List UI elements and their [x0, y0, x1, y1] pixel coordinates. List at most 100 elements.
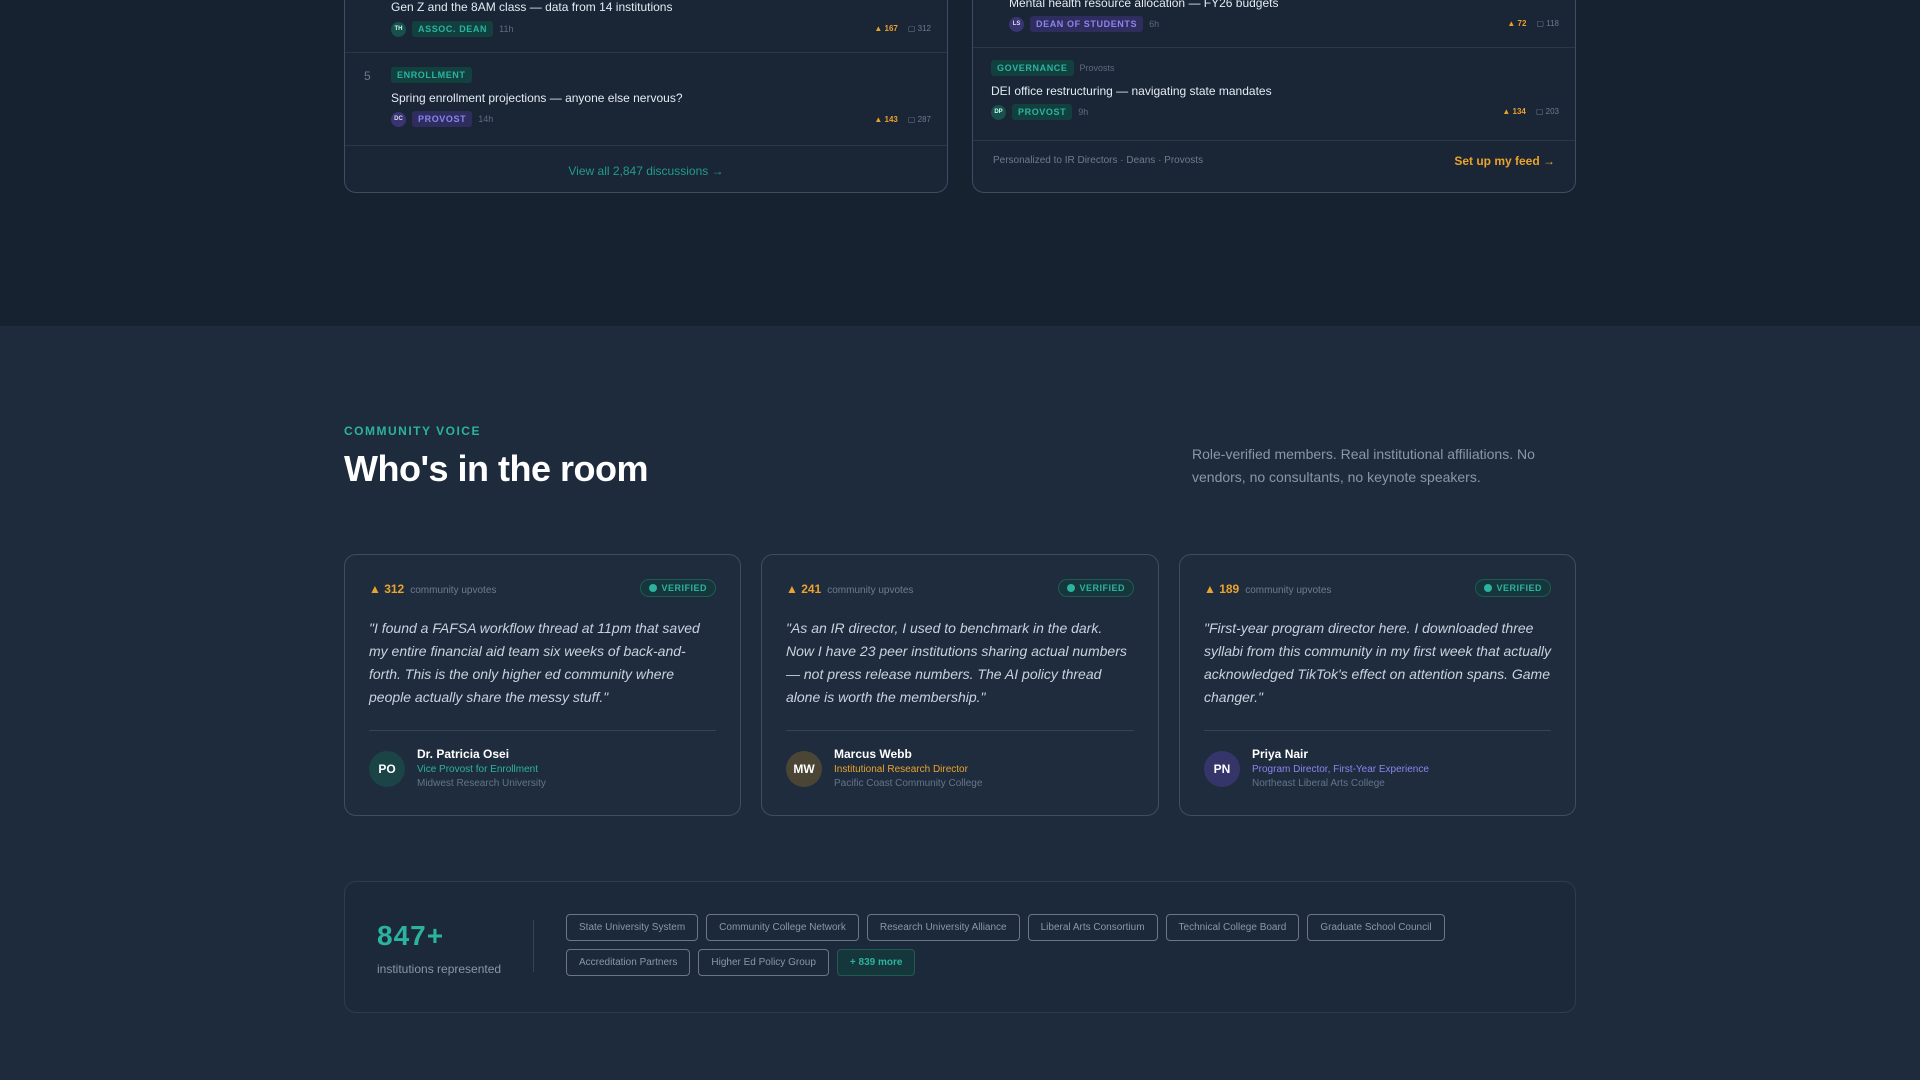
testimonial-card: ▲ 241 community upvotes VERIFIED "As an …: [761, 554, 1159, 816]
institutions-panel: 847+ institutions represented State Univ…: [344, 881, 1576, 1013]
upvote-label: community upvotes: [410, 585, 497, 596]
discussion-meta: DC PROVOST 14h: [391, 111, 493, 127]
upvote-count[interactable]: ▲ 134: [1502, 107, 1526, 116]
discussions-section: [0, 0, 1920, 326]
check-icon: [1484, 584, 1493, 592]
verified-badge: VERIFIED: [640, 579, 716, 597]
verified-label: VERIFIED: [1496, 583, 1542, 593]
institution-chip[interactable]: Liberal Arts Consortium: [1027, 914, 1158, 941]
testimonial-quote: "As an IR director, I used to benchmark …: [786, 620, 1127, 705]
avatar: PO: [369, 751, 405, 787]
check-icon: [1067, 584, 1076, 592]
row-divider: [973, 140, 1575, 141]
testimonial-quote: "I found a FAFSA workflow thread at 11pm…: [369, 620, 700, 705]
post-time: 11h: [499, 24, 514, 34]
more-institutions-chip[interactable]: + 839 more: [836, 949, 916, 976]
view-all-discussions-link[interactable]: View all 2,847 discussions →: [345, 164, 947, 178]
feed-tag-line: GOVERNANCE Provosts: [991, 60, 1115, 76]
institution-chip[interactable]: Higher Ed Policy Group: [698, 949, 829, 976]
setup-feed-link[interactable]: Set up my feed →: [1454, 154, 1555, 168]
upvote-count[interactable]: ▲ 72: [1507, 19, 1526, 28]
institution-chip[interactable]: Graduate School Council: [1307, 914, 1445, 941]
row-divider: [345, 145, 947, 146]
discussion-row[interactable]: 5 ENROLLMENT Spring enrollment projectio…: [345, 53, 947, 145]
feed-stats: ▲ 134 ▢ 203: [1502, 107, 1559, 116]
discussion-stats: ▲ 143 ▢ 287: [874, 115, 931, 124]
upvote-summary: ▲ 189 community upvotes: [1204, 582, 1331, 596]
author-role: Vice Provost for Enrollment: [417, 764, 538, 775]
comment-count[interactable]: ▢ 118: [1536, 19, 1559, 28]
check-icon: [649, 584, 658, 592]
testimonial-author: Priya Nair Program Director, First-Year …: [1252, 747, 1429, 789]
rank-number: 5: [364, 69, 371, 83]
discussion-row[interactable]: Gen Z and the 8AM class — data from 14 i…: [345, 0, 947, 53]
upvote-count: ▲ 241: [786, 582, 822, 596]
category-tag[interactable]: ENROLLMENT: [391, 67, 472, 83]
upvote-count[interactable]: ▲ 167: [874, 24, 898, 33]
post-time: 14h: [478, 114, 494, 124]
vertical-divider: [533, 920, 534, 972]
verified-label: VERIFIED: [661, 583, 707, 593]
discussion-title[interactable]: Gen Z and the 8AM class — data from 14 i…: [391, 0, 672, 14]
verified-badge: VERIFIED: [1475, 579, 1551, 597]
card-divider: [1204, 730, 1551, 731]
discussion-stats: ▲ 167 ▢ 312: [874, 24, 931, 33]
author-role-badge: PROVOST: [412, 111, 473, 127]
feed-title[interactable]: DEI office restructuring — navigating st…: [991, 84, 1272, 98]
institution-chip[interactable]: Technical College Board: [1165, 914, 1300, 941]
category-tag[interactable]: GOVERNANCE: [991, 60, 1074, 76]
verified-badge: VERIFIED: [1058, 579, 1134, 597]
author-role: Program Director, First-Year Experience: [1252, 764, 1429, 775]
author-role-badge: DEAN OF STUDENTS: [1030, 16, 1144, 32]
author-role: Institutional Research Director: [834, 764, 968, 775]
upvote-count: ▲ 189: [1204, 582, 1240, 596]
comment-count[interactable]: ▢ 287: [908, 115, 931, 124]
comment-count[interactable]: ▢ 203: [1536, 107, 1559, 116]
card-divider: [369, 730, 716, 731]
post-time: 9h: [1078, 107, 1089, 117]
author-institution: Pacific Coast Community College: [834, 778, 983, 789]
section-heading: Who's in the room: [344, 448, 649, 489]
testimonial-card: ▲ 312 community upvotes VERIFIED "I foun…: [344, 554, 741, 816]
testimonial-quote: "First-year program director here. I dow…: [1204, 620, 1551, 705]
discussion-title[interactable]: Spring enrollment projections — anyone e…: [391, 91, 683, 105]
author-institution: Northeast Liberal Arts College: [1252, 778, 1385, 789]
tag-audience: Provosts: [1079, 63, 1115, 73]
personalized-note: Personalized to IR Directors · Deans · P…: [993, 155, 1204, 166]
upvote-summary: ▲ 312 community upvotes: [369, 582, 496, 596]
author-name: Priya Nair: [1252, 747, 1309, 761]
institution-chip[interactable]: Community College Network: [706, 914, 859, 941]
avatar: MW: [786, 751, 822, 787]
testimonial-card: ▲ 189 community upvotes VERIFIED "First-…: [1179, 554, 1576, 816]
feed-meta: LS DEAN OF STUDENTS 6h: [1009, 16, 1159, 32]
author-name: Marcus Webb: [834, 747, 912, 761]
feed-row[interactable]: GOVERNANCE Provosts DEI office restructu…: [973, 47, 1575, 139]
comment-count[interactable]: ▢ 312: [908, 24, 931, 33]
author-avatar: LS: [1009, 16, 1024, 32]
upvote-count[interactable]: ▲ 143: [874, 115, 898, 124]
feed-title[interactable]: Mental health resource allocation — FY26…: [1009, 0, 1279, 10]
section-lede: Role-verified members. Real institutiona…: [1192, 446, 1535, 485]
upvote-summary: ▲ 241 community upvotes: [786, 582, 913, 596]
institution-chip[interactable]: Accreditation Partners: [566, 949, 691, 976]
institution-count: 847+: [377, 920, 445, 951]
institution-chip[interactable]: Research University Alliance: [866, 914, 1020, 941]
top-discussions-panel: Gen Z and the 8AM class — data from 14 i…: [344, 0, 948, 193]
author-avatar: TH: [391, 21, 406, 37]
author-institution: Midwest Research University: [417, 778, 546, 789]
author-name: Dr. Patricia Osei: [417, 747, 510, 761]
feed-stats: ▲ 72 ▢ 118: [1507, 19, 1559, 28]
institution-chip-list: State University System Community Colleg…: [566, 914, 1546, 976]
upvote-label: community upvotes: [1245, 585, 1332, 596]
verified-label: VERIFIED: [1079, 583, 1125, 593]
author-role-badge: ASSOC. DEAN: [412, 21, 494, 37]
institution-chip[interactable]: State University System: [566, 914, 699, 941]
upvote-count: ▲ 312: [369, 582, 405, 596]
institution-caption: institutions represented: [377, 962, 502, 976]
card-divider: [786, 730, 1134, 731]
feed-row[interactable]: Mental health resource allocation — FY26…: [973, 0, 1575, 47]
section-eyebrow: COMMUNITY VOICE: [344, 424, 481, 438]
author-avatar: DP: [991, 104, 1006, 120]
discussion-meta: TH ASSOC. DEAN 11h: [391, 21, 513, 37]
author-role-badge: PROVOST: [1012, 104, 1073, 120]
